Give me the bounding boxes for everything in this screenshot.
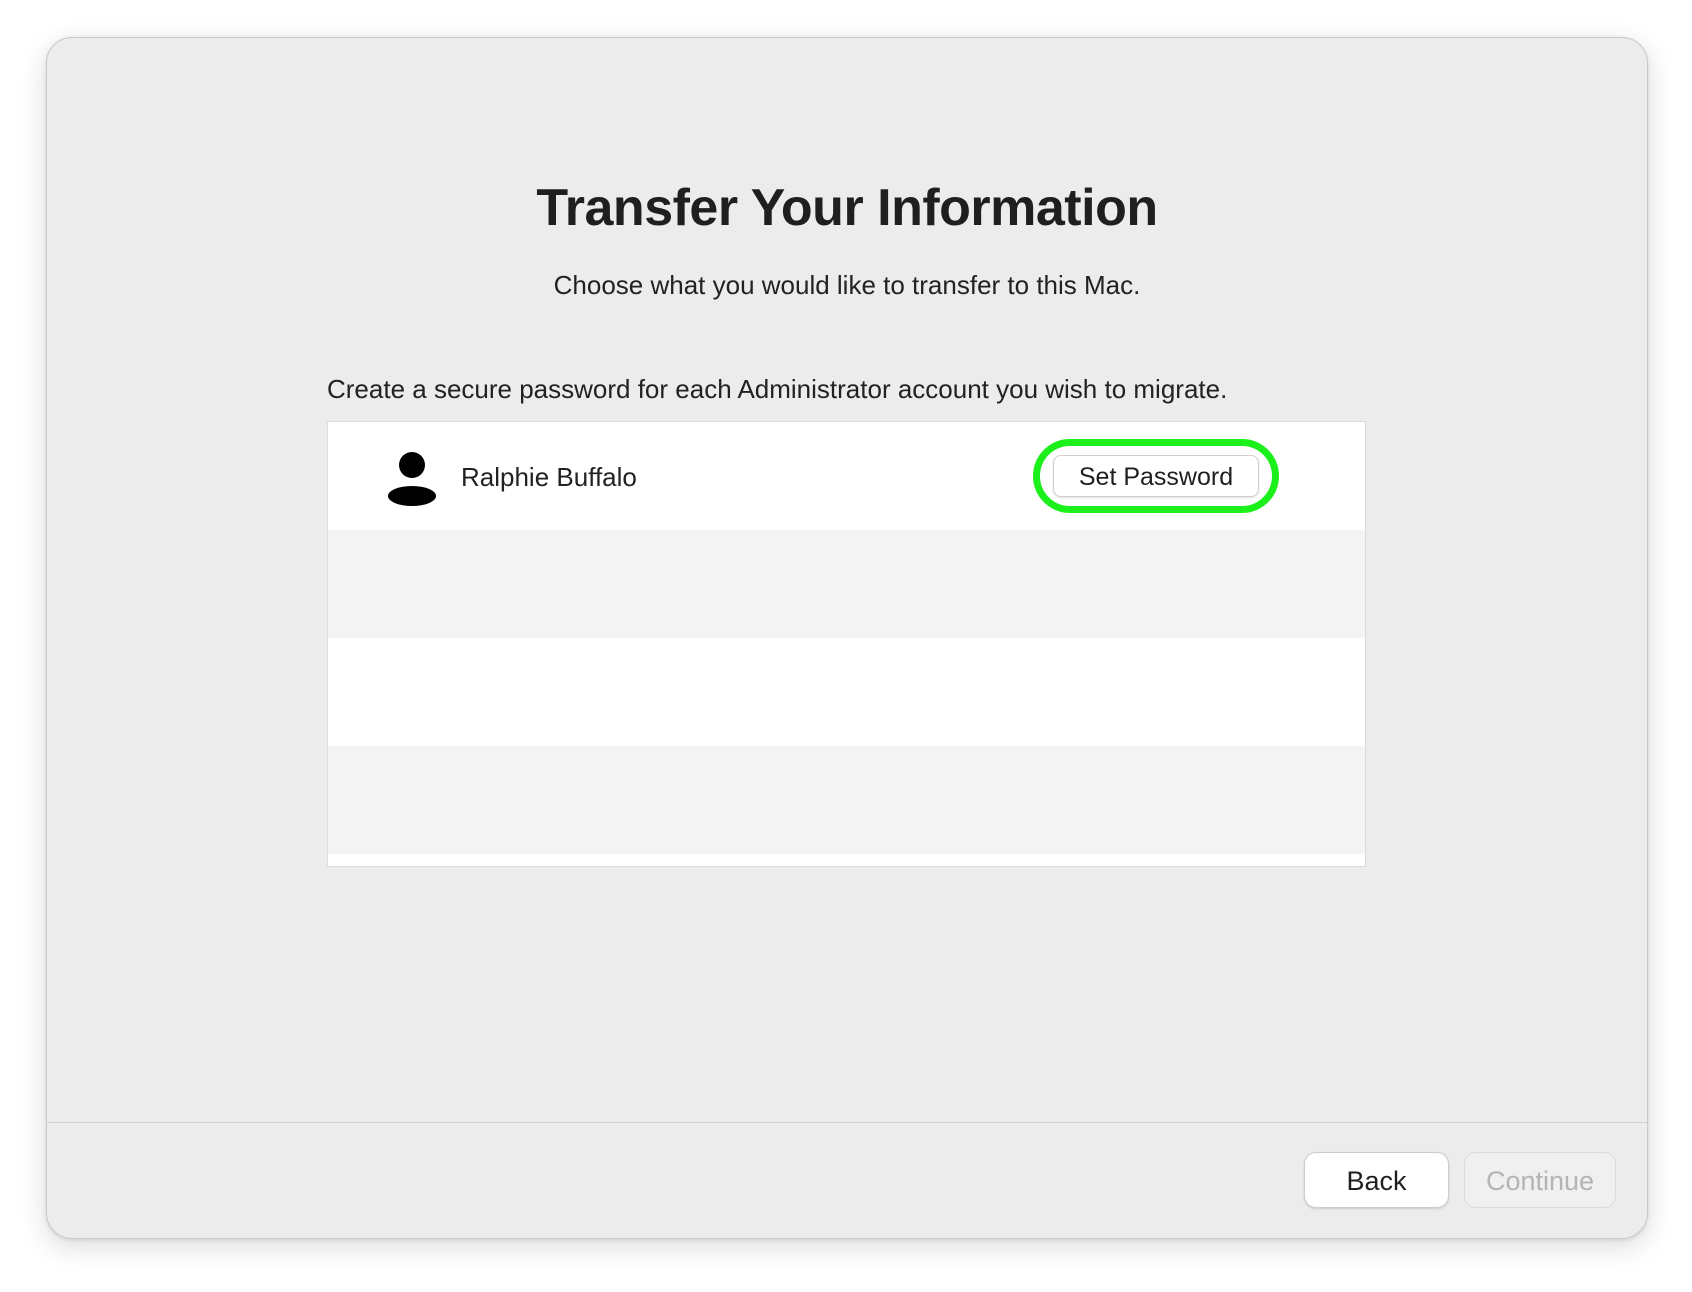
list-item: Ralphie Buffalo Set Password [328,422,1365,530]
account-list: Ralphie Buffalo Set Password [327,421,1366,867]
back-button[interactable]: Back [1304,1152,1449,1208]
continue-button[interactable]: Continue [1464,1152,1616,1208]
page-subtitle: Choose what you would like to transfer t… [553,270,1141,300]
page-title: Transfer Your Information [536,179,1158,237]
migration-assistant-window: Transfer Your Information Choose what yo… [46,37,1648,1239]
person-icon [386,450,438,506]
list-item-empty [328,746,1365,854]
set-password-button[interactable]: Set Password [1053,455,1259,497]
list-item-empty [328,530,1365,638]
footer-divider [47,1122,1647,1123]
account-name: Ralphie Buffalo [461,462,637,492]
list-item-empty [328,638,1365,746]
instructions-text: Create a secure password for each Admini… [327,374,1228,404]
